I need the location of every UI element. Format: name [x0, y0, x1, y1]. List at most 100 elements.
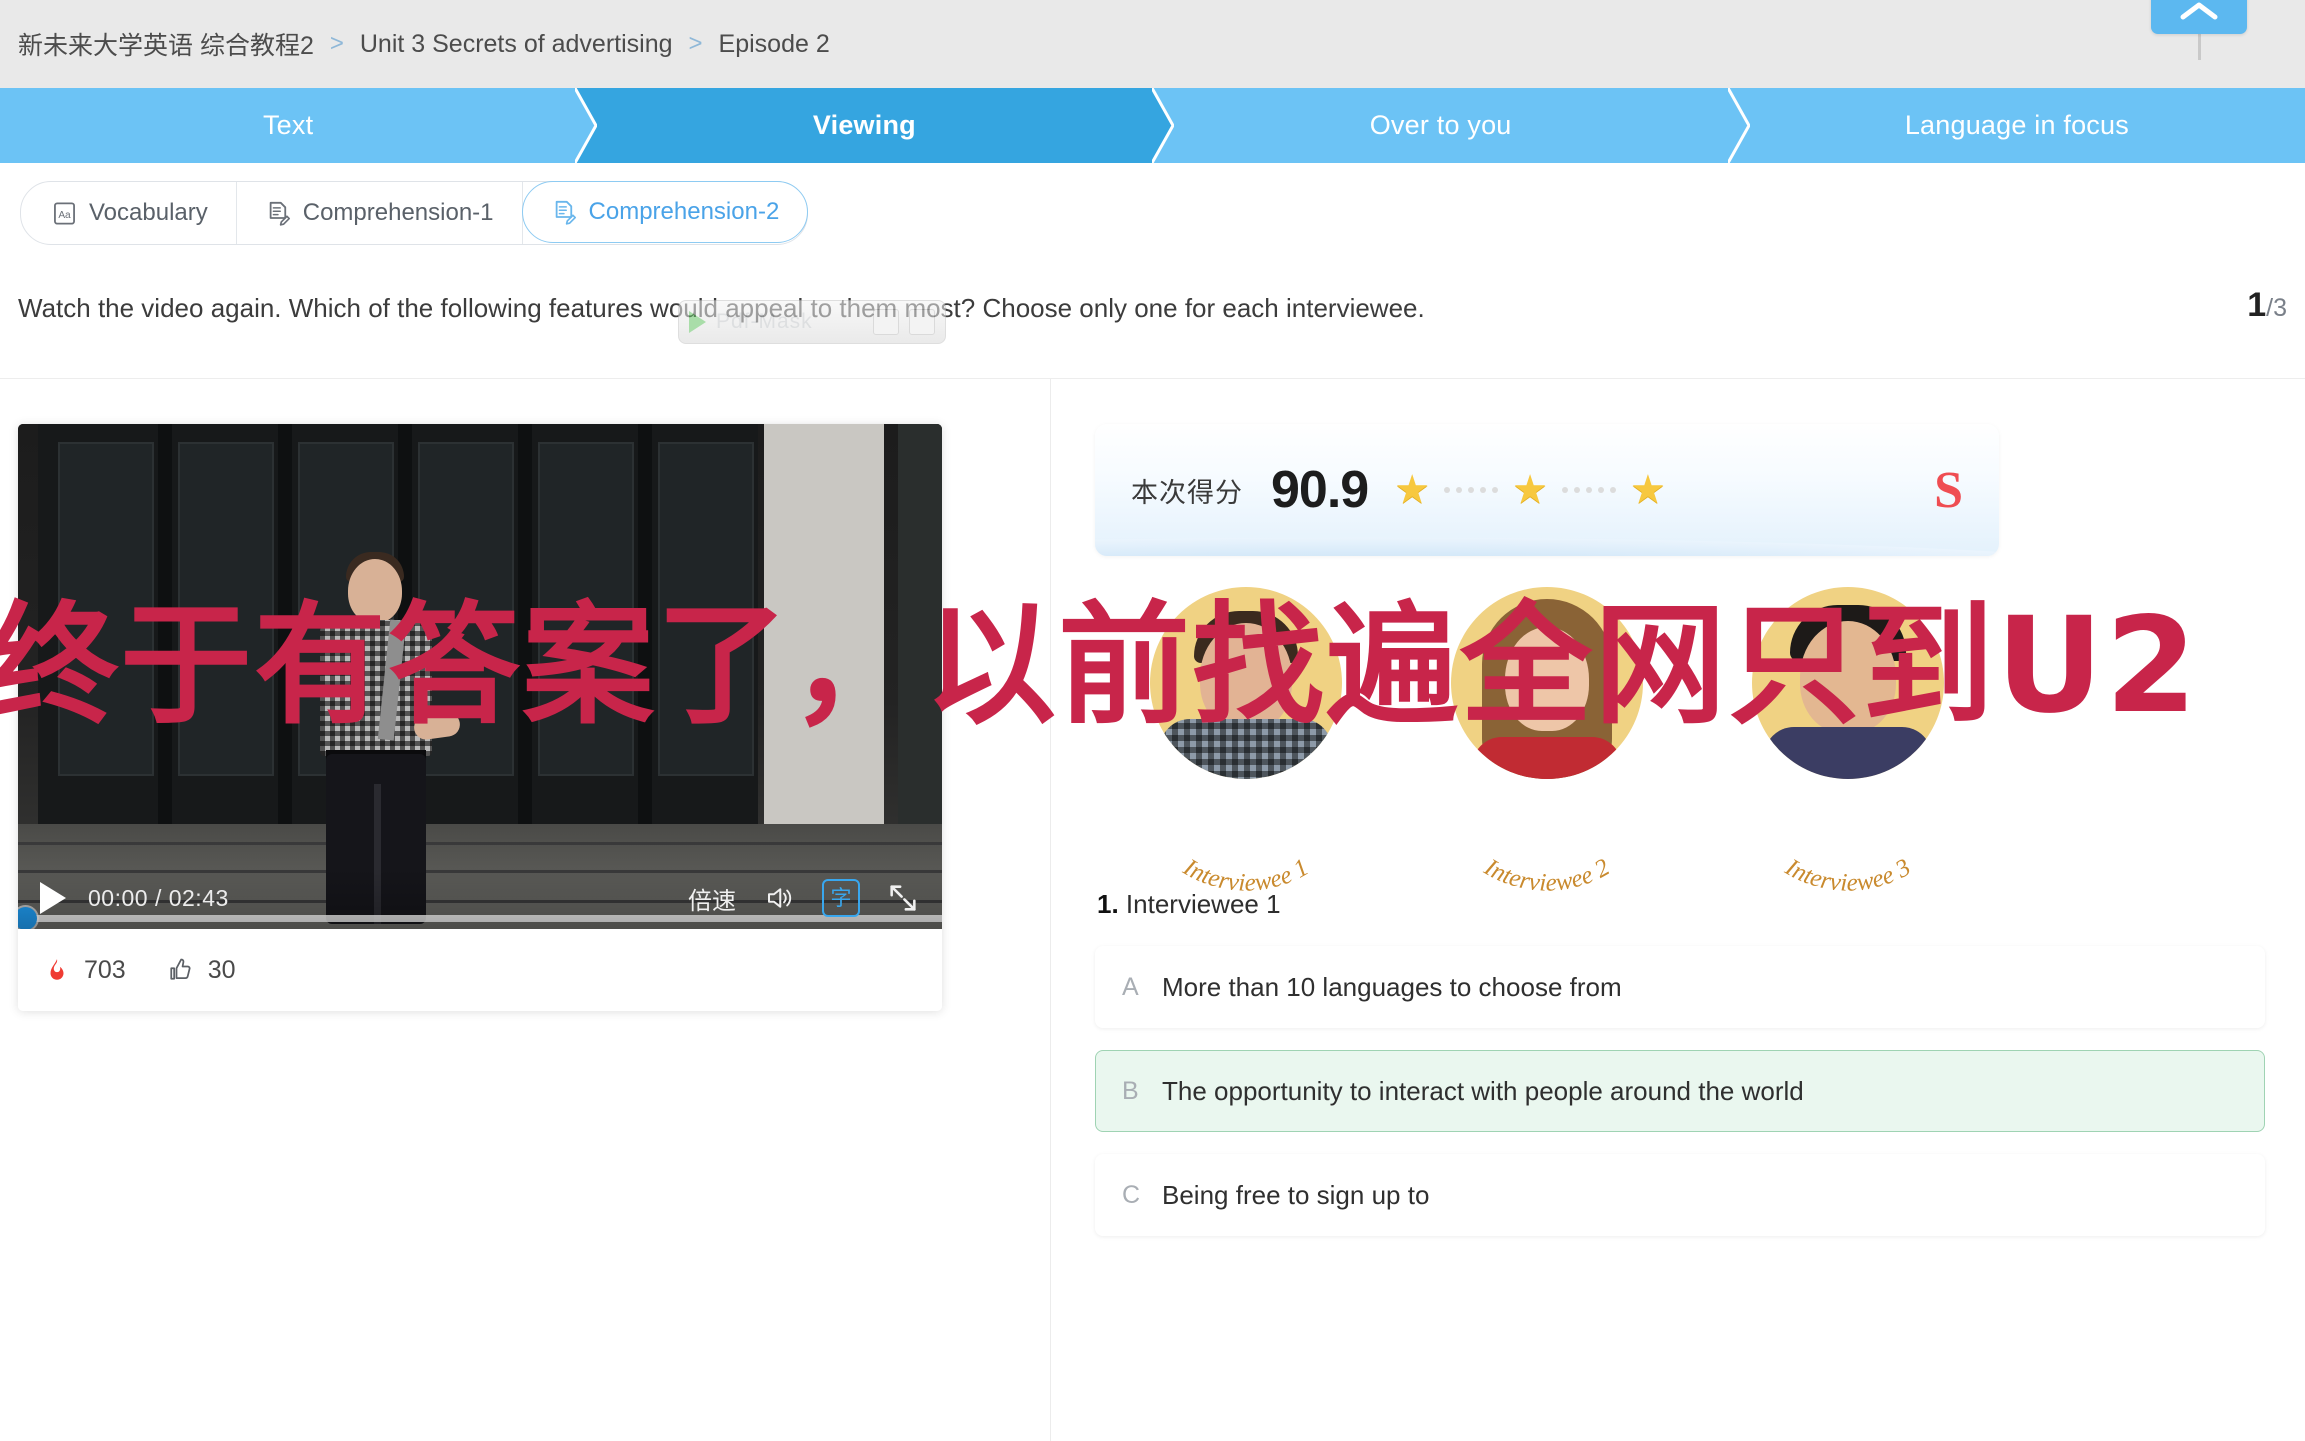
- avatar-caption: Interviewee 1: [1111, 803, 1381, 896]
- avatar: [1752, 587, 1945, 779]
- breadcrumb-bar: 新未来大学英语 综合教程2 > Unit 3 Secrets of advert…: [0, 0, 2305, 88]
- video-scene: [18, 424, 942, 929]
- chevron-up-icon: [2180, 2, 2218, 20]
- subtabs-bar: Aa Vocabulary Comprehension-1 Comprehens…: [0, 163, 2305, 268]
- subtab-comprehension-1[interactable]: Comprehension-1: [237, 182, 523, 244]
- breadcrumb-item-episode[interactable]: Episode 2: [719, 30, 830, 59]
- subtitle-toggle-button[interactable]: 字: [822, 879, 860, 917]
- video-stats-row: 703 30: [18, 929, 942, 1011]
- star-connector: [1561, 487, 1616, 493]
- video-player[interactable]: 00:00 / 02:43 倍速 字: [18, 424, 942, 929]
- breadcrumb-item-unit[interactable]: Unit 3 Secrets of advertising: [360, 30, 673, 59]
- option-b[interactable]: B The opportunity to interact with peopl…: [1095, 1050, 2265, 1132]
- flame-icon: [50, 959, 64, 980]
- question-number: 1.: [1097, 889, 1119, 919]
- note-edit-icon: [555, 200, 576, 225]
- tab-label: Language in focus: [1904, 110, 2129, 140]
- breadcrumb-item-course[interactable]: 新未来大学英语 综合教程2: [18, 26, 314, 62]
- star-icon: ★: [1629, 468, 1666, 512]
- section-tabs: Text Viewing Over to you Language in foc…: [0, 88, 2305, 163]
- subtab-comprehension-2[interactable]: Comprehension-2: [521, 181, 809, 243]
- content-area: 00:00 / 02:43 倍速 字 703 30 本次得分 90.9 ★ ★ …: [0, 378, 2305, 1441]
- option-c[interactable]: C Being free to sign up to: [1095, 1154, 2265, 1236]
- video-stat-value: 30: [207, 955, 236, 984]
- scene-step: [18, 842, 942, 845]
- score-card: 本次得分 90.9 ★ ★ ★ S: [1095, 424, 1999, 556]
- exercise-pane: 本次得分 90.9 ★ ★ ★ S Interviewee 1 Intervie…: [1051, 379, 2305, 1441]
- video-stat-value: 703: [84, 955, 126, 984]
- ghost-widget-label: Pdf-Mask: [716, 310, 813, 333]
- scene-mullion: [518, 424, 532, 826]
- scene-mullion: [638, 424, 652, 826]
- video-stat-views: 703: [44, 955, 126, 985]
- option-text: More than 10 languages to choose from: [1162, 971, 1622, 1002]
- question-text: Interviewee 1: [1125, 889, 1281, 919]
- score-stars: ★ ★ ★: [1394, 470, 1666, 510]
- scene-pillar: [898, 424, 942, 834]
- ghost-button-1[interactable]: [873, 309, 899, 335]
- play-icon[interactable]: [40, 882, 66, 914]
- volume-icon[interactable]: [762, 883, 796, 913]
- fullscreen-icon[interactable]: [886, 881, 920, 915]
- tab-text[interactable]: Text: [0, 88, 598, 163]
- score-rank-badge: S: [1934, 461, 1963, 519]
- scene-window: [178, 442, 274, 776]
- floating-ghost-widget[interactable]: Pdf-Mask: [678, 300, 946, 344]
- video-control-bar: 00:00 / 02:43 倍速 字: [18, 867, 942, 929]
- score-label: 本次得分: [1131, 477, 1243, 508]
- aa-card-icon: Aa: [54, 201, 75, 225]
- breadcrumb: 新未来大学英语 综合教程2 > Unit 3 Secrets of advert…: [0, 26, 830, 62]
- subtabs-group: Aa Vocabulary Comprehension-1 Comprehens…: [20, 181, 809, 245]
- subtab-label: Vocabulary: [89, 199, 208, 226]
- subtab-label: Comprehension-1: [302, 199, 494, 226]
- instruction-row: Watch the video again. Which of the foll…: [0, 286, 2305, 360]
- playback-speed-button[interactable]: 倍速: [688, 881, 736, 916]
- tab-language-in-focus[interactable]: Language in focus: [1728, 88, 2305, 163]
- interviewee-3[interactable]: Interviewee 3: [1713, 579, 1983, 897]
- video-card: 00:00 / 02:43 倍速 字 703 30: [18, 424, 942, 1011]
- breadcrumb-separator: >: [329, 30, 344, 57]
- star-icon: ★: [1512, 468, 1548, 512]
- option-letter: C: [1122, 1180, 1141, 1209]
- ghost-button-2[interactable]: [909, 309, 935, 335]
- star-connector: [1444, 487, 1499, 493]
- scene-window: [658, 442, 754, 776]
- ghost-play-icon: [689, 311, 706, 333]
- question-title: 1. Interviewee 1: [1097, 889, 2265, 920]
- subtab-label: Comprehension-2: [588, 198, 780, 225]
- subtab-vocabulary[interactable]: Aa Vocabulary: [21, 182, 237, 244]
- option-a[interactable]: A More than 10 languages to choose from: [1095, 946, 2265, 1028]
- option-text: The opportunity to interact with people …: [1162, 1075, 1804, 1106]
- score-value: 90.9: [1271, 461, 1369, 519]
- option-letter: B: [1122, 1076, 1139, 1105]
- avatar-caption: Interviewee 2: [1412, 803, 1682, 896]
- interviewee-avatars: Interviewee 1 Interviewee 2 Interviewee …: [1095, 579, 1999, 897]
- scene-mullion: [278, 424, 292, 826]
- subtitle-label: 字: [830, 886, 852, 910]
- pager-current: 1: [2247, 286, 2267, 324]
- video-stat-likes[interactable]: 30: [166, 955, 236, 985]
- interviewee-1[interactable]: Interviewee 1: [1111, 579, 1381, 897]
- collapse-stem: [2198, 34, 2201, 60]
- interviewee-2[interactable]: Interviewee 2: [1412, 579, 1682, 897]
- option-letter: A: [1122, 972, 1139, 1001]
- tab-viewing[interactable]: Viewing: [576, 88, 1174, 163]
- question-pager: 1/3: [2247, 286, 2287, 325]
- scene-pillar: [764, 424, 884, 834]
- option-text: Being free to sign up to: [1162, 1179, 1430, 1210]
- tab-label: Viewing: [812, 110, 916, 140]
- scene-window: [58, 442, 154, 776]
- video-controls-right: 倍速 字: [688, 879, 920, 917]
- scene-window: [538, 442, 634, 776]
- tab-over-to-you[interactable]: Over to you: [1152, 88, 1750, 163]
- avatar-caption: Interviewee 3: [1713, 803, 1983, 896]
- note-edit-icon: [269, 201, 290, 226]
- collapse-header-button[interactable]: [2151, 0, 2247, 34]
- video-timecode: 00:00 / 02:43: [88, 884, 229, 911]
- score-card-content: 本次得分 90.9 ★ ★ ★ S: [1095, 424, 1999, 556]
- scene-mullion: [158, 424, 172, 826]
- question-block: 1. Interviewee 1 A More than 10 language…: [1095, 889, 2265, 1258]
- pager-total: 3: [2273, 294, 2287, 322]
- scene-person: [348, 559, 402, 623]
- thumbs-up-icon: [170, 958, 191, 980]
